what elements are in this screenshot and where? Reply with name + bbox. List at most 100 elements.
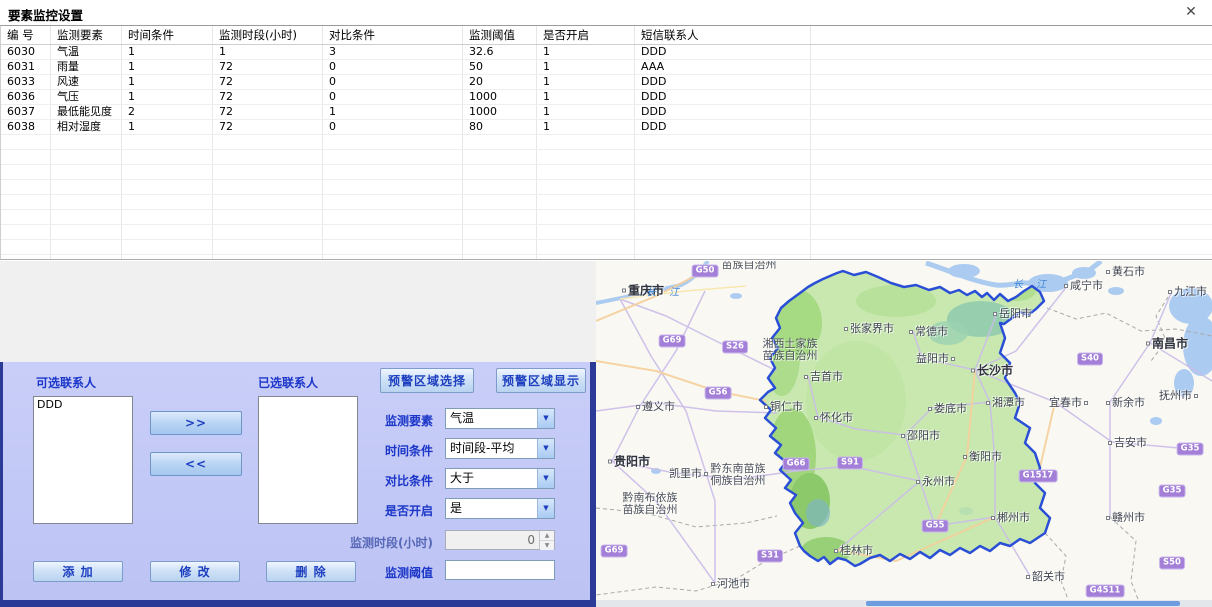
table-cell: 1 xyxy=(537,120,635,134)
close-icon[interactable]: ✕ xyxy=(1182,4,1200,20)
table-cell xyxy=(463,135,537,149)
table-row[interactable]: 6033风速1720201DDD xyxy=(1,75,1212,90)
time-condition-select[interactable]: 时间段-平均 ▼ xyxy=(445,438,555,459)
column-header: 对比条件 xyxy=(323,26,463,44)
map-horizontal-scrollbar[interactable] xyxy=(596,600,1212,607)
table-cell: 0 xyxy=(323,90,463,104)
city-marker-icon xyxy=(1168,290,1172,294)
map-city-label: 衡阳市 xyxy=(961,448,1002,464)
table-row[interactable]: 6030气温11332.61DDD xyxy=(1,45,1212,60)
map-city-label: 凯里市 xyxy=(669,465,710,481)
spin-down-icon[interactable]: ▼ xyxy=(540,541,554,550)
table-cell: 0 xyxy=(323,120,463,134)
city-marker-icon xyxy=(1108,441,1112,445)
road-shield: G50 xyxy=(692,265,719,278)
move-right-button[interactable]: >> xyxy=(150,411,242,435)
road-shield: S40 xyxy=(1077,353,1103,366)
city-marker-icon xyxy=(844,327,848,331)
map-city-label: 怀化市 xyxy=(812,409,853,425)
table-cell xyxy=(323,225,463,239)
empty-row[interactable] xyxy=(1,165,1212,180)
map-city-label: 赣州市 xyxy=(1104,509,1145,525)
column-header: 监测时段(小时) xyxy=(213,26,323,44)
map-city-label: 南昌市 xyxy=(1144,335,1188,352)
table-cell xyxy=(811,45,1212,59)
chevron-down-icon[interactable]: ▼ xyxy=(537,409,554,428)
city-marker-icon xyxy=(1106,516,1110,520)
chevron-down-icon[interactable]: ▼ xyxy=(537,499,554,518)
compare-condition-select[interactable]: 大于 ▼ xyxy=(445,468,555,489)
map-panel[interactable]: 重庆市贵阳市南昌市长沙市遵义市凯里市河池市桂林市韶关市郴州市赣州市吉安市抚州市新… xyxy=(596,261,1212,607)
city-marker-icon xyxy=(814,416,818,420)
table-cell xyxy=(463,180,537,194)
table-cell: AAA xyxy=(635,60,811,74)
table-cell: 1 xyxy=(122,60,213,74)
table-row[interactable]: 6038相对湿度1720801DDD xyxy=(1,120,1212,135)
empty-row[interactable] xyxy=(1,180,1212,195)
table-cell xyxy=(635,135,811,149)
modify-button[interactable]: 修 改 xyxy=(150,561,240,582)
city-marker-icon xyxy=(1194,394,1198,398)
time-condition-label: 时间条件 xyxy=(313,442,433,459)
map-city-label: 桂林市 xyxy=(832,542,873,558)
empty-row[interactable] xyxy=(1,255,1212,260)
enabled-select[interactable]: 是 ▼ xyxy=(445,498,555,519)
column-header: 短信联系人 xyxy=(635,26,811,44)
map-city-label: 岳阳市 xyxy=(991,305,1032,321)
empty-row[interactable] xyxy=(1,210,1212,225)
map-region-label: 黔东南苗族侗族自治州 xyxy=(711,463,766,487)
scrollbar-thumb[interactable] xyxy=(866,601,1180,606)
period-value: 0 xyxy=(446,531,539,549)
city-marker-icon xyxy=(1106,401,1110,405)
table-row[interactable]: 6036气压172010001DDD xyxy=(1,90,1212,105)
available-contacts-list[interactable]: DDD xyxy=(33,396,133,524)
table-cell xyxy=(1,135,51,149)
table-cell: 雨量 xyxy=(51,60,122,74)
table-cell: 72 xyxy=(213,90,323,104)
map-city-label: 邵阳市 xyxy=(899,427,940,443)
table-cell xyxy=(463,240,537,254)
threshold-input[interactable] xyxy=(445,560,555,580)
table-cell xyxy=(635,210,811,224)
add-button[interactable]: 添 加 xyxy=(33,561,123,582)
compare-condition-value: 大于 xyxy=(446,469,537,488)
warning-area-select-button[interactable]: 预警区域选择 xyxy=(380,368,474,393)
period-spinner[interactable]: 0 ▲ ▼ xyxy=(445,530,555,550)
table-cell: 1 xyxy=(537,45,635,59)
map-city-label: 郴州市 xyxy=(989,509,1030,525)
map-region-label: 湘西土家族苗族自治州 xyxy=(763,338,818,362)
contact-item[interactable]: DDD xyxy=(34,398,132,411)
table-cell xyxy=(213,165,323,179)
city-marker-icon xyxy=(804,375,808,379)
spin-up-icon[interactable]: ▲ xyxy=(540,531,554,541)
table-cell: 1 xyxy=(537,90,635,104)
map-city-label: 吉首市 xyxy=(802,368,843,384)
table-row[interactable]: 6037最低能见度272110001DDD xyxy=(1,105,1212,120)
table-cell xyxy=(213,240,323,254)
empty-row[interactable] xyxy=(1,240,1212,255)
table-cell xyxy=(51,240,122,254)
table-cell xyxy=(635,195,811,209)
move-left-button[interactable]: << xyxy=(150,452,242,476)
table-cell: 6037 xyxy=(1,105,51,119)
element-select[interactable]: 气温 ▼ xyxy=(445,408,555,429)
empty-row[interactable] xyxy=(1,225,1212,240)
chevron-down-icon[interactable]: ▼ xyxy=(537,469,554,488)
table-cell: 1000 xyxy=(463,90,537,104)
table-cell xyxy=(537,210,635,224)
empty-row[interactable] xyxy=(1,195,1212,210)
empty-row[interactable] xyxy=(1,150,1212,165)
table-cell xyxy=(1,180,51,194)
table-cell xyxy=(811,165,1212,179)
table-cell xyxy=(463,225,537,239)
road-shield: S26 xyxy=(722,341,748,354)
table-cell xyxy=(122,225,213,239)
city-marker-icon xyxy=(901,434,905,438)
empty-row[interactable] xyxy=(1,135,1212,150)
table-cell xyxy=(1,150,51,164)
table-row[interactable]: 6031雨量1720501AAA xyxy=(1,60,1212,75)
table-cell xyxy=(1,210,51,224)
table-cell xyxy=(537,255,635,260)
chevron-down-icon[interactable]: ▼ xyxy=(537,439,554,458)
warning-area-display-button[interactable]: 预警区域显示 xyxy=(496,368,586,393)
